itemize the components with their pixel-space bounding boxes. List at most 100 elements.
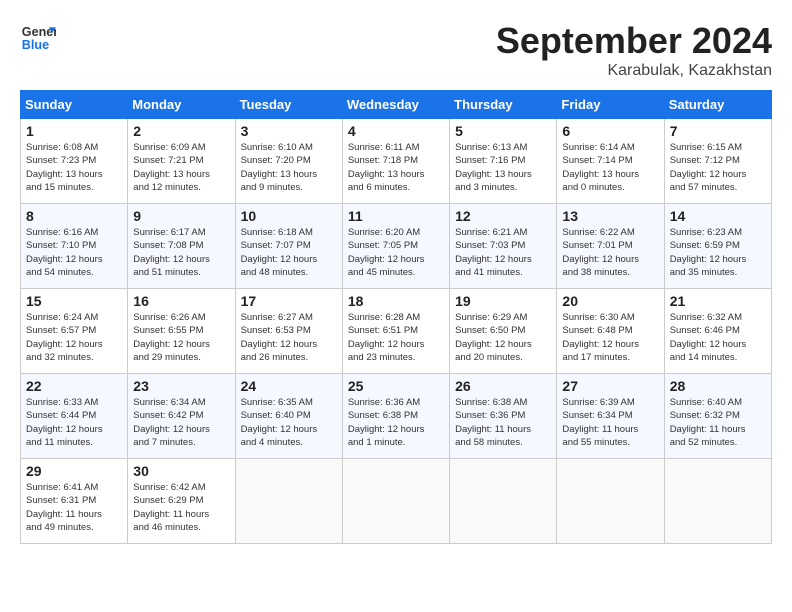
day-number: 2 (133, 123, 229, 139)
calendar-cell: 19 Sunrise: 6:29 AM Sunset: 6:50 PM Dayli… (450, 289, 557, 374)
weekday-header-thursday: Thursday (450, 91, 557, 119)
calendar-cell: 5 Sunrise: 6:13 AM Sunset: 7:16 PM Daylig… (450, 119, 557, 204)
location-title: Karabulak, Kazakhstan (496, 62, 772, 80)
calendar-cell (557, 459, 664, 544)
calendar-cell: 9 Sunrise: 6:17 AM Sunset: 7:08 PM Daylig… (128, 204, 235, 289)
day-info: Sunrise: 6:10 AM Sunset: 7:20 PM Dayligh… (241, 141, 337, 194)
weekday-header-wednesday: Wednesday (342, 91, 449, 119)
day-number: 29 (26, 463, 122, 479)
day-number: 26 (455, 378, 551, 394)
day-number: 10 (241, 208, 337, 224)
day-number: 14 (670, 208, 766, 224)
day-number: 28 (670, 378, 766, 394)
day-info: Sunrise: 6:30 AM Sunset: 6:48 PM Dayligh… (562, 311, 658, 364)
day-info: Sunrise: 6:14 AM Sunset: 7:14 PM Dayligh… (562, 141, 658, 194)
day-number: 8 (26, 208, 122, 224)
day-info: Sunrise: 6:16 AM Sunset: 7:10 PM Dayligh… (26, 226, 122, 279)
calendar-row-4: 22 Sunrise: 6:33 AM Sunset: 6:44 PM Dayli… (21, 374, 772, 459)
calendar-cell: 27 Sunrise: 6:39 AM Sunset: 6:34 PM Dayli… (557, 374, 664, 459)
calendar-cell: 10 Sunrise: 6:18 AM Sunset: 7:07 PM Dayli… (235, 204, 342, 289)
calendar-cell: 1 Sunrise: 6:08 AM Sunset: 7:23 PM Daylig… (21, 119, 128, 204)
day-number: 15 (26, 293, 122, 309)
day-number: 30 (133, 463, 229, 479)
day-number: 5 (455, 123, 551, 139)
calendar-cell (235, 459, 342, 544)
calendar-cell (450, 459, 557, 544)
day-info: Sunrise: 6:32 AM Sunset: 6:46 PM Dayligh… (670, 311, 766, 364)
day-info: Sunrise: 6:27 AM Sunset: 6:53 PM Dayligh… (241, 311, 337, 364)
day-number: 16 (133, 293, 229, 309)
calendar-cell: 26 Sunrise: 6:38 AM Sunset: 6:36 PM Dayli… (450, 374, 557, 459)
calendar-cell: 14 Sunrise: 6:23 AM Sunset: 6:59 PM Dayli… (664, 204, 771, 289)
day-info: Sunrise: 6:23 AM Sunset: 6:59 PM Dayligh… (670, 226, 766, 279)
calendar-cell: 3 Sunrise: 6:10 AM Sunset: 7:20 PM Daylig… (235, 119, 342, 204)
day-info: Sunrise: 6:21 AM Sunset: 7:03 PM Dayligh… (455, 226, 551, 279)
day-number: 3 (241, 123, 337, 139)
day-number: 18 (348, 293, 444, 309)
day-info: Sunrise: 6:33 AM Sunset: 6:44 PM Dayligh… (26, 396, 122, 449)
calendar-row-1: 1 Sunrise: 6:08 AM Sunset: 7:23 PM Daylig… (21, 119, 772, 204)
calendar-cell: 7Sunrise: 6:15 AM Sunset: 7:12 PM Daylig… (664, 119, 771, 204)
day-info: Sunrise: 6:17 AM Sunset: 7:08 PM Dayligh… (133, 226, 229, 279)
title-area: September 2024 Karabulak, Kazakhstan (496, 20, 772, 80)
weekday-header-tuesday: Tuesday (235, 91, 342, 119)
day-info: Sunrise: 6:09 AM Sunset: 7:21 PM Dayligh… (133, 141, 229, 194)
calendar-cell: 18 Sunrise: 6:28 AM Sunset: 6:51 PM Dayli… (342, 289, 449, 374)
calendar-cell: 6Sunrise: 6:14 AM Sunset: 7:14 PM Daylig… (557, 119, 664, 204)
day-info: Sunrise: 6:11 AM Sunset: 7:18 PM Dayligh… (348, 141, 444, 194)
day-info: Sunrise: 6:39 AM Sunset: 6:34 PM Dayligh… (562, 396, 658, 449)
calendar-cell: 15 Sunrise: 6:24 AM Sunset: 6:57 PM Dayli… (21, 289, 128, 374)
calendar-cell: 17 Sunrise: 6:27 AM Sunset: 6:53 PM Dayli… (235, 289, 342, 374)
day-info: Sunrise: 6:29 AM Sunset: 6:50 PM Dayligh… (455, 311, 551, 364)
day-info: Sunrise: 6:38 AM Sunset: 6:36 PM Dayligh… (455, 396, 551, 449)
day-number: 9 (133, 208, 229, 224)
calendar-cell: 4 Sunrise: 6:11 AM Sunset: 7:18 PM Daylig… (342, 119, 449, 204)
weekday-header-saturday: Saturday (664, 91, 771, 119)
day-info: Sunrise: 6:13 AM Sunset: 7:16 PM Dayligh… (455, 141, 551, 194)
weekday-header-monday: Monday (128, 91, 235, 119)
calendar-cell: 28 Sunrise: 6:40 AM Sunset: 6:32 PM Dayli… (664, 374, 771, 459)
header: General Blue September 2024 Karabulak, K… (20, 20, 772, 80)
calendar-cell: 22 Sunrise: 6:33 AM Sunset: 6:44 PM Dayli… (21, 374, 128, 459)
day-info: Sunrise: 6:24 AM Sunset: 6:57 PM Dayligh… (26, 311, 122, 364)
calendar-cell (342, 459, 449, 544)
calendar-cell: 30 Sunrise: 6:42 AM Sunset: 6:29 PM Dayli… (128, 459, 235, 544)
day-number: 19 (455, 293, 551, 309)
day-info: Sunrise: 6:18 AM Sunset: 7:07 PM Dayligh… (241, 226, 337, 279)
day-info: Sunrise: 6:40 AM Sunset: 6:32 PM Dayligh… (670, 396, 766, 449)
calendar-cell: 2 Sunrise: 6:09 AM Sunset: 7:21 PM Daylig… (128, 119, 235, 204)
calendar-cell: 13 Sunrise: 6:22 AM Sunset: 7:01 PM Dayli… (557, 204, 664, 289)
day-number: 22 (26, 378, 122, 394)
calendar-row-5: 29 Sunrise: 6:41 AM Sunset: 6:31 PM Dayli… (21, 459, 772, 544)
calendar-cell: 29 Sunrise: 6:41 AM Sunset: 6:31 PM Dayli… (21, 459, 128, 544)
day-info: Sunrise: 6:28 AM Sunset: 6:51 PM Dayligh… (348, 311, 444, 364)
day-info: Sunrise: 6:35 AM Sunset: 6:40 PM Dayligh… (241, 396, 337, 449)
day-number: 25 (348, 378, 444, 394)
calendar-cell: 23Sunrise: 6:34 AM Sunset: 6:42 PM Dayli… (128, 374, 235, 459)
calendar-cell: 21 Sunrise: 6:32 AM Sunset: 6:46 PM Dayli… (664, 289, 771, 374)
weekday-header-friday: Friday (557, 91, 664, 119)
day-info: Sunrise: 6:08 AM Sunset: 7:23 PM Dayligh… (26, 141, 122, 194)
logo-icon: General Blue (20, 20, 56, 56)
day-number: 27 (562, 378, 658, 394)
day-info: Sunrise: 6:41 AM Sunset: 6:31 PM Dayligh… (26, 481, 122, 534)
day-number: 1 (26, 123, 122, 139)
svg-text:Blue: Blue (22, 38, 49, 52)
day-info: Sunrise: 6:22 AM Sunset: 7:01 PM Dayligh… (562, 226, 658, 279)
day-info: Sunrise: 6:15 AM Sunset: 7:12 PM Dayligh… (670, 141, 766, 194)
day-info: Sunrise: 6:34 AM Sunset: 6:42 PM Dayligh… (133, 396, 229, 449)
day-info: Sunrise: 6:26 AM Sunset: 6:55 PM Dayligh… (133, 311, 229, 364)
day-number: 21 (670, 293, 766, 309)
calendar-table: SundayMondayTuesdayWednesdayThursdayFrid… (20, 90, 772, 544)
day-number: 12 (455, 208, 551, 224)
calendar-cell: 8 Sunrise: 6:16 AM Sunset: 7:10 PM Daylig… (21, 204, 128, 289)
day-number: 13 (562, 208, 658, 224)
day-number: 17 (241, 293, 337, 309)
weekday-header-row: SundayMondayTuesdayWednesdayThursdayFrid… (21, 91, 772, 119)
day-number: 4 (348, 123, 444, 139)
day-info: Sunrise: 6:20 AM Sunset: 7:05 PM Dayligh… (348, 226, 444, 279)
day-info: Sunrise: 6:42 AM Sunset: 6:29 PM Dayligh… (133, 481, 229, 534)
day-number: 24 (241, 378, 337, 394)
calendar-cell: 11Sunrise: 6:20 AM Sunset: 7:05 PM Dayli… (342, 204, 449, 289)
month-title: September 2024 (496, 20, 772, 62)
